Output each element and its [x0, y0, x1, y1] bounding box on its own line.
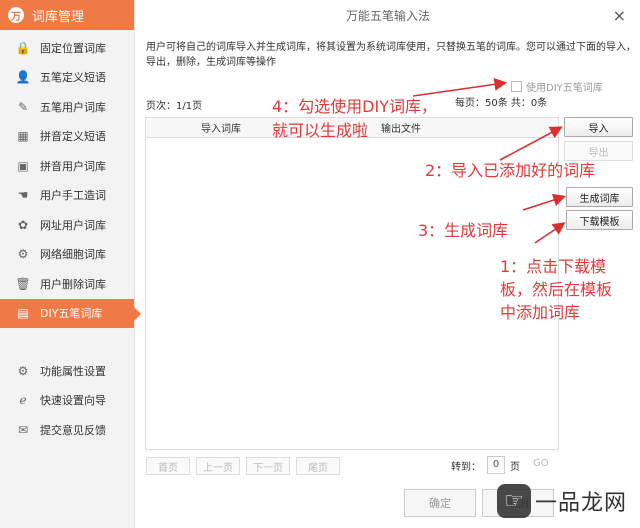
edit-icon: ✎	[17, 99, 29, 114]
sidebar-item-wizard[interactable]: ℯ 快速设置向导	[0, 386, 134, 416]
annotation-step1-line1: 1：点击下载模	[500, 257, 607, 276]
watermark: ☞ 一品龙网	[497, 484, 627, 518]
sidebar-item-label: 功能属性设置	[40, 364, 106, 378]
annotation-step2: 2：导入已添加好的词库	[425, 161, 596, 180]
lock-icon: 🔒	[15, 40, 31, 55]
export-button[interactable]: 导出	[564, 141, 633, 161]
sidebar-item-fixed-position[interactable]: 🔒 固定位置词库	[0, 33, 134, 63]
cells-icon: ⚙	[17, 247, 29, 262]
feedback-icon: ✉	[17, 422, 29, 437]
watermark-logo-icon: ☞	[497, 484, 531, 518]
sidebar-item-url-user[interactable]: ✿ 网址用户词库	[0, 210, 134, 240]
import-button[interactable]: 导入	[564, 117, 633, 137]
download-template-button[interactable]: 下载模板	[566, 210, 633, 230]
watermark-text: 一品龙网	[535, 491, 628, 516]
sidebar-item-label: 拼音定义短语	[40, 130, 106, 144]
hand-icon: ☚	[17, 188, 29, 203]
sidebar-header: 万 词库管理	[0, 0, 134, 30]
trash-icon: 🗑	[15, 276, 31, 291]
use-diy-checkbox[interactable]	[511, 81, 522, 92]
sidebar-title: 词库管理	[32, 9, 85, 25]
sidebar-item-feedback[interactable]: ✉ 提交意见反馈	[0, 415, 134, 445]
use-diy-checkbox-label: 使用DIY五笔词库	[526, 83, 603, 94]
generate-dictionary-button[interactable]: 生成词库	[566, 187, 633, 207]
sidebar-item-label: 用户手工造词	[40, 189, 106, 203]
sidebar-item-label: 网址用户词库	[40, 218, 106, 232]
person-icon: 👤	[15, 70, 31, 85]
title-bar: 万能五笔输入法 ×	[136, 0, 640, 30]
sidebar-item-deleted[interactable]: 🗑 用户删除词库	[0, 269, 134, 299]
goto-label: 转到：	[451, 462, 481, 473]
sidebar-item-label: 拼音用户词库	[40, 159, 106, 173]
next-page-button[interactable]: 下一页	[246, 457, 290, 475]
sidebar-item-settings[interactable]: ⚙ 功能属性设置	[0, 356, 134, 386]
annotation-step4-line2: 就可以生成啦	[272, 121, 369, 140]
sidebar-item-label: 提交意见反馈	[40, 423, 106, 437]
gear-icon: ⚙	[17, 363, 29, 378]
sidebar-item-cell-dict[interactable]: ⚙ 网络细胞词库	[0, 240, 134, 270]
sidebar-item-label: 五笔用户词库	[40, 100, 106, 114]
sidebar-item-pinyin-user[interactable]: ▣ 拼音用户词库	[0, 151, 134, 181]
annotation-step4-line1: 4：勾选使用DIY词库，	[272, 97, 437, 116]
sidebar-item-label: 网络细胞词库	[40, 248, 106, 262]
wizard-icon: ℯ	[19, 393, 27, 408]
page-unit-label: 页	[510, 462, 520, 473]
last-page-button[interactable]: 尾页	[296, 457, 340, 475]
sidebar-item-label: DIY五笔词库	[40, 307, 103, 321]
folder-icon: ▤	[17, 306, 29, 321]
ok-button[interactable]: 确定	[404, 489, 476, 517]
annotation-step1-line3: 中添加词库	[500, 303, 581, 322]
description-text: 用户可将自己的词库导入并生成词库，将其设置为系统词库使用，只替换五笔的词库。您可…	[146, 42, 636, 68]
annotation-step3: 3：生成词库	[418, 221, 509, 240]
page-info: 页次：1/1页	[146, 101, 203, 112]
grid-icon: ▦	[17, 129, 29, 144]
sidebar-item-label: 五笔定义短语	[40, 71, 106, 85]
window-title: 万能五笔输入法	[345, 8, 430, 23]
app-logo-icon: 万	[8, 7, 24, 23]
per-page-info: 每页：50条 共：0条	[455, 98, 548, 109]
sidebar-list: 🔒 固定位置词库 👤 五笔定义短语 ✎ 五笔用户词库 ▦ 拼音定义短语 ▣ 拼音用户词库 …	[0, 30, 141, 445]
sidebar-item-wubi-phrases[interactable]: 👤 五笔定义短语	[0, 63, 134, 93]
first-page-button[interactable]: 首页	[146, 457, 190, 475]
close-icon[interactable]: ×	[613, 6, 626, 25]
sidebar-item-label: 固定位置词库	[40, 41, 106, 55]
sidebar-item-diy-wubi[interactable]: ▤ DIY五笔词库	[0, 298, 141, 328]
link-icon: ✿	[17, 217, 29, 232]
go-button[interactable]: GO	[533, 458, 549, 469]
use-diy-checkbox-row[interactable]: 使用DIY五笔词库	[511, 79, 603, 94]
sidebar-item-manual-words[interactable]: ☚ 用户手工造词	[0, 181, 134, 211]
sidebar: 万 词库管理 🔒 固定位置词库 👤 五笔定义短语 ✎ 五笔用户词库 ▦ 拼音定义短语 ▣…	[0, 0, 141, 528]
sidebar-gap	[0, 328, 134, 356]
sidebar-item-label: 快速设置向导	[40, 394, 106, 408]
sidebar-item-pinyin-phrases[interactable]: ▦ 拼音定义短语	[0, 122, 134, 152]
goto-page-input[interactable]: 0	[487, 456, 505, 474]
sidebar-item-wubi-user[interactable]: ✎ 五笔用户词库	[0, 92, 134, 122]
contact-icon: ▣	[17, 158, 29, 173]
prev-page-button[interactable]: 上一页	[196, 457, 240, 475]
sidebar-item-label: 用户删除词库	[40, 277, 106, 291]
annotation-step1-line2: 板，然后在模板	[500, 280, 613, 299]
